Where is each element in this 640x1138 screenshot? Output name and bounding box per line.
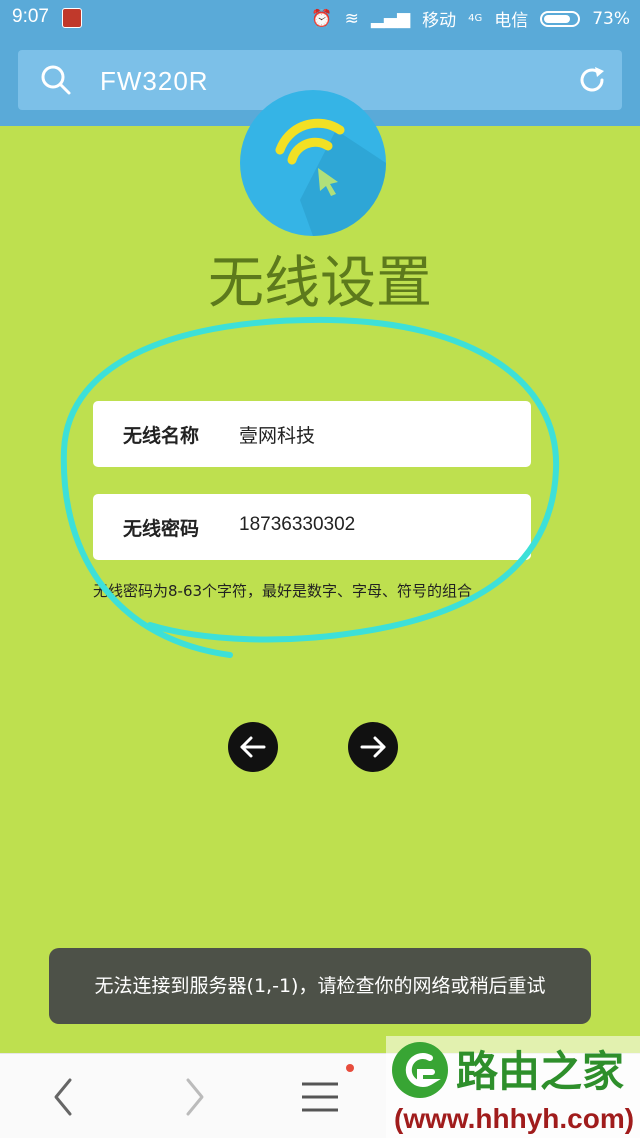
- forward-button[interactable]: [154, 1054, 234, 1138]
- wireless-password-value[interactable]: 18736330302: [239, 514, 355, 536]
- status-indicators: ⏰ ≋ ▂▄▆ 移动 4G 电信 73%: [311, 6, 630, 32]
- wireless-name-field[interactable]: 无线名称 壹网科技: [93, 401, 531, 467]
- arrow-left-icon: [240, 736, 266, 758]
- watermark-logo: 路由之家 (www.hhhyh.com): [386, 1036, 640, 1138]
- battery-label: 73%: [592, 8, 630, 29]
- wifi-logo-icon: [240, 90, 386, 236]
- watermark-url: (www.hhhyh.com): [394, 1103, 634, 1134]
- wireless-name-label: 无线名称: [123, 425, 200, 447]
- carrier1-label: 移动: [422, 11, 457, 31]
- wireless-password-field[interactable]: 无线密码 18736330302: [93, 494, 531, 560]
- page-title: 无线设置: [208, 251, 432, 316]
- status-time: 9:07: [12, 6, 49, 27]
- battery-icon: [540, 10, 581, 27]
- notification-dot: [346, 1064, 354, 1072]
- search-query: FW320R: [100, 66, 209, 96]
- watermark-name: 路由之家: [456, 1047, 624, 1096]
- alarm-icon: ⏰: [311, 8, 333, 29]
- back-button[interactable]: [24, 1054, 104, 1138]
- net-type-label: 4G: [468, 13, 483, 24]
- wireless-name-value[interactable]: 壹网科技: [239, 421, 315, 448]
- chevron-right-icon: [186, 1078, 204, 1116]
- chevron-left-icon: [54, 1078, 72, 1116]
- next-button[interactable]: [348, 722, 398, 772]
- app-notification-icon: [62, 8, 82, 28]
- prev-button[interactable]: [228, 722, 278, 772]
- wireless-password-label: 无线密码: [123, 518, 200, 540]
- password-hint: 无线密码为8-63个字符，最好是数字、字母、符号的组合: [93, 582, 473, 600]
- carrier2-label: 电信: [494, 11, 529, 31]
- arrow-right-icon: [360, 736, 386, 758]
- refresh-icon[interactable]: [576, 64, 608, 96]
- wifi-signal-icon: ≋: [344, 8, 359, 29]
- status-bar: 9:07 ⏰ ≋ ▂▄▆ 移动 4G 电信 73%: [0, 0, 640, 38]
- cell-signal-icon: ▂▄▆: [370, 8, 411, 29]
- error-toast: 无法连接到服务器(1,-1)，请检查你的网络或稍后重试: [49, 948, 591, 1024]
- menu-button[interactable]: [280, 1054, 360, 1138]
- search-icon[interactable]: [40, 64, 72, 96]
